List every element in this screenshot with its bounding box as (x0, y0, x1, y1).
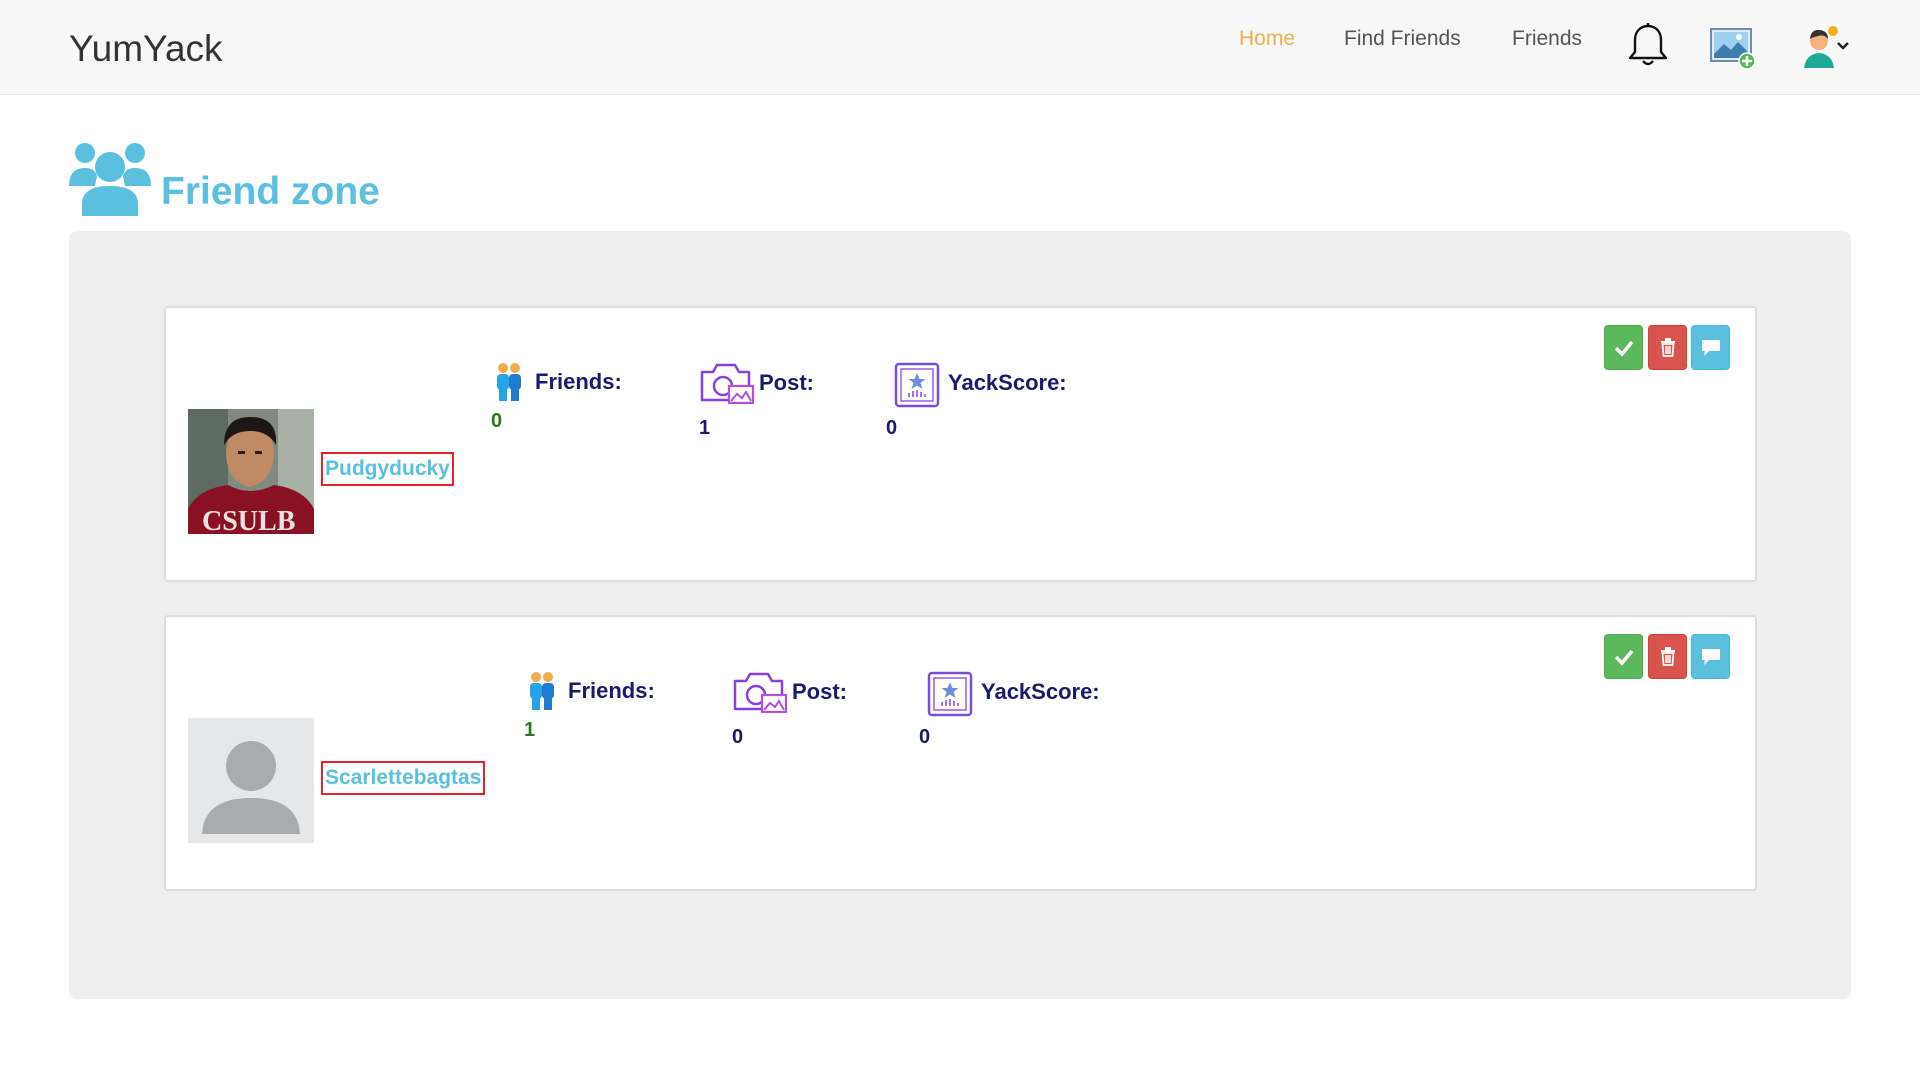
username-link[interactable]: Scarlettebagtas (321, 761, 486, 795)
user-avatar[interactable]: CSULB (188, 409, 314, 534)
page-title: Friend zone (161, 170, 380, 213)
yackscore-value: 0 (919, 726, 931, 748)
brand-link[interactable]: YumYack (69, 28, 223, 70)
comment-icon (1701, 648, 1720, 665)
check-icon (1614, 649, 1633, 666)
profile-menu-icon[interactable] (1800, 24, 1852, 70)
photo-avatar: CSULB (188, 409, 314, 534)
camera-icon (700, 363, 755, 404)
friends-icon (530, 672, 554, 710)
accept-button[interactable] (1604, 634, 1643, 679)
bell-icon[interactable] (1626, 22, 1670, 68)
default-avatar (188, 718, 314, 843)
friends-icon (497, 363, 521, 401)
yackscore-label: YackScore: (948, 370, 1067, 395)
post-label: Post: (759, 370, 814, 395)
check-icon (1614, 340, 1633, 357)
nav-home-link[interactable]: Home (1239, 27, 1295, 51)
friends-label: Friends: (568, 678, 655, 703)
post-count: 0 (732, 726, 744, 748)
friend-request-card: CSULB Pudgyducky Friends: 0 Post: 1 Yack… (164, 306, 1757, 582)
friend-request-card: Scarlettebagtas Friends: 1 Post: 0 YackS… (164, 615, 1757, 891)
accept-button[interactable] (1604, 325, 1643, 370)
users-icon (69, 143, 151, 216)
yackscore-label: YackScore: (981, 679, 1100, 704)
delete-button[interactable] (1648, 634, 1687, 679)
username-link[interactable]: Pudgyducky (321, 452, 454, 486)
friends-label: Friends: (535, 369, 622, 394)
nav-friends-link[interactable]: Friends (1512, 27, 1582, 51)
message-button[interactable] (1691, 325, 1730, 370)
friend-requests-container: CSULB Pudgyducky Friends: 0 Post: 1 Yack… (69, 231, 1851, 999)
navbar: YumYack Home Find Friends Friends (0, 0, 1920, 95)
yackscore-icon (927, 671, 973, 717)
svg-text:CSULB: CSULB (202, 506, 295, 534)
camera-icon (733, 672, 788, 713)
add-photo-icon[interactable] (1709, 26, 1757, 70)
nav-find-friends-link[interactable]: Find Friends (1344, 27, 1461, 51)
user-avatar[interactable] (188, 718, 314, 843)
friends-count: 0 (491, 410, 503, 432)
trash-icon (1660, 647, 1675, 666)
post-label: Post: (792, 679, 847, 704)
yackscore-icon (894, 362, 940, 408)
friends-count: 1 (524, 719, 536, 741)
comment-icon (1701, 339, 1720, 356)
delete-button[interactable] (1648, 325, 1687, 370)
trash-icon (1660, 338, 1675, 357)
yackscore-value: 0 (886, 417, 898, 439)
post-count: 1 (699, 417, 711, 439)
message-button[interactable] (1691, 634, 1730, 679)
